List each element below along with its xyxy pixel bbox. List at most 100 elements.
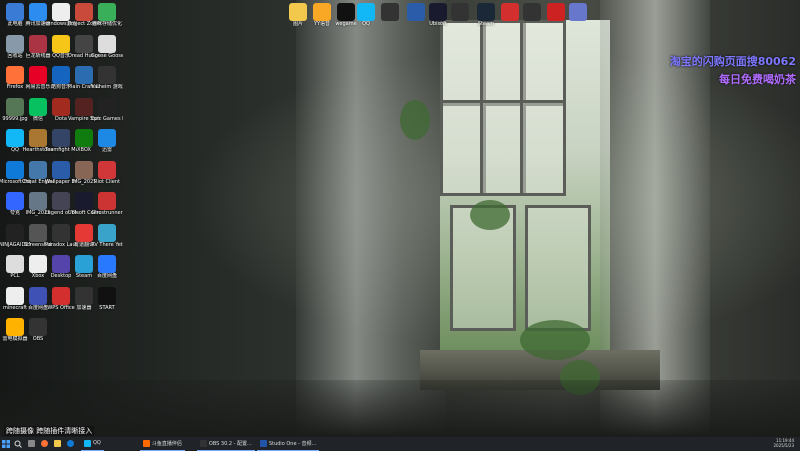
start-button[interactable] [0, 437, 12, 450]
desktop-icon[interactable]: QQ [3, 129, 27, 163]
desktop-icon[interactable]: 图片 [286, 3, 310, 37]
desktop-icon[interactable] [378, 3, 402, 37]
taskbar-task-label: QQ [93, 440, 101, 446]
desktop-icon[interactable]: 百度网盘 [26, 286, 50, 321]
app-icon [29, 129, 47, 147]
app-icon [98, 160, 116, 179]
desktop-icon[interactable] [404, 3, 428, 37]
task-app-icon [199, 439, 207, 447]
app-icon [52, 97, 70, 116]
desktop-icon[interactable]: 巨龙斩线器 [25, 34, 51, 69]
desktop-icon[interactable]: windows激活工具 [45, 3, 77, 37]
desktop-icon[interactable] [520, 3, 544, 37]
desktop-icon[interactable]: Legend of YMIR [45, 192, 77, 226]
desktop-icon[interactable]: Hearthstone [23, 129, 53, 163]
desktop-icon[interactable]: Steam [72, 255, 96, 289]
taskbar-task[interactable]: Studio One - 音频... [256, 437, 320, 451]
desktop-icon[interactable]: Dota [49, 97, 73, 132]
desktop-icon[interactable]: 99999.jpg [2, 97, 28, 132]
app-icon [29, 318, 47, 336]
desktop-icon[interactable]: Firefox [3, 66, 27, 100]
desktop-icon[interactable]: Valheim 游戏 [91, 66, 123, 100]
desktop-icon[interactable]: Xbox [26, 255, 50, 289]
desktop-icon[interactable]: OBS [26, 318, 50, 352]
firefox-taskbar-button[interactable] [38, 437, 50, 450]
desktop-icon[interactable]: 雷电模拟器 [2, 318, 28, 352]
desktop-icon[interactable]: 迅雷 [95, 129, 119, 163]
app-icon [6, 223, 24, 242]
desktop-icon[interactable]: QQ音乐 [49, 34, 73, 69]
desktop-icon[interactable]: 微信 [26, 97, 50, 132]
desktop-icon[interactable]: Vampire Survivors [68, 97, 100, 132]
desktop-icon[interactable]: Desktop [49, 255, 73, 289]
desktop-icon[interactable]: 夸克 [3, 192, 27, 226]
desktop-icon[interactable]: Goose Goose Duck [91, 34, 123, 69]
desktop-icon[interactable]: Ghostrunner [91, 192, 123, 226]
desktop-icon[interactable]: IMG_2025 [72, 160, 96, 195]
desktop-icon[interactable]: Dread Hunger [68, 34, 100, 69]
app-icon [75, 255, 93, 273]
desktop-icon[interactable]: QQ [354, 3, 378, 37]
desktop-icon[interactable]: 猫咪存储优化 [92, 3, 122, 37]
app-icon [29, 97, 47, 116]
explorer-taskbar-button[interactable] [51, 437, 63, 450]
desktop-icon[interactable] [544, 3, 568, 37]
desktop-icon[interactable]: WPS Office [47, 286, 75, 321]
desktop-icon[interactable]: Paradox Launcher v2 [45, 223, 77, 258]
desktop-icon-label: RV There Yet [91, 241, 123, 248]
app-icon [429, 3, 447, 21]
desktop-icon[interactable]: Plain Craft Launcher [68, 66, 100, 100]
desktop-icon[interactable]: Riot Client [94, 160, 120, 195]
app-icon [52, 223, 70, 242]
folder-icon [53, 440, 61, 447]
desktop-icon[interactable]: Epic Games Launcher [91, 97, 123, 132]
app-icon [289, 3, 307, 21]
app-icon [75, 66, 93, 84]
desktop-icon[interactable]: Project Zomboid [68, 3, 100, 37]
app-icon [52, 286, 70, 305]
app-icon [75, 192, 93, 210]
desktop-icon[interactable]: NINJAGAIDEN [0, 223, 31, 258]
taskbar-task[interactable]: QQ [81, 437, 104, 451]
desktop-icon-label: OBS [32, 336, 44, 342]
desktop-icon[interactable]: IMG_2025 [26, 192, 50, 226]
desktop-icon[interactable]: 酷狗音乐 [49, 66, 73, 100]
search-button[interactable] [12, 437, 24, 450]
wallpaper-window [440, 20, 610, 350]
desktop-icon[interactable]: PCL [3, 255, 27, 289]
taskbar-task[interactable]: 斗鱼直播伴侣 [139, 437, 185, 451]
edge-taskbar-button[interactable] [64, 437, 76, 450]
desktop-icon[interactable]: Cheat Engine [22, 160, 54, 195]
desktop-icon[interactable]: Microsoft Edge [0, 160, 31, 195]
desktop-icon[interactable] [498, 3, 522, 37]
desktop-icon[interactable]: Screenshot [24, 223, 52, 258]
desktop-icon[interactable]: 腾讯加速器 [25, 3, 51, 37]
desktop-icon[interactable]: Wallpaper Engine [45, 160, 77, 195]
app-icon [98, 34, 116, 53]
clock-date[interactable]: 2025/5/23 [773, 443, 794, 448]
desktop-icon[interactable]: Teamfight Manager [45, 129, 77, 163]
desktop-icon[interactable] [448, 3, 472, 37]
desktop-icon[interactable]: 加速器 [72, 286, 96, 321]
desktop-icon[interactable]: 有道翻译 [72, 223, 96, 258]
desktop-icon[interactable]: 回收站 [3, 34, 27, 69]
desktop-icon[interactable]: Steam [474, 3, 498, 37]
app-icon [6, 255, 24, 273]
desktop-icon[interactable]: 百度网盘 [95, 255, 119, 289]
taskbar-task[interactable]: OBS 30.2 - 配置... [196, 437, 255, 451]
app-icon [75, 223, 93, 242]
app-icon [6, 97, 24, 116]
desktop-icon[interactable]: minecraft [3, 286, 27, 321]
desktop-icon[interactable] [566, 3, 590, 37]
desktop-icon[interactable]: 此电脑 [3, 3, 27, 37]
desktop-icon[interactable]: START [95, 286, 119, 321]
desktop-icon[interactable]: RV There Yet [91, 223, 123, 258]
task-view-button[interactable] [25, 437, 37, 450]
desktop-icon[interactable]: Ubisoft Connect [68, 192, 100, 226]
desktop-icon[interactable]: 网易云音乐 [25, 66, 51, 100]
app-icon [407, 3, 425, 21]
desktop-icon[interactable]: Ubisoft [426, 3, 450, 37]
desktop-icon[interactable]: YY语音 [310, 3, 334, 37]
app-icon [98, 192, 116, 210]
desktop-icon[interactable]: XBOX [72, 129, 96, 163]
